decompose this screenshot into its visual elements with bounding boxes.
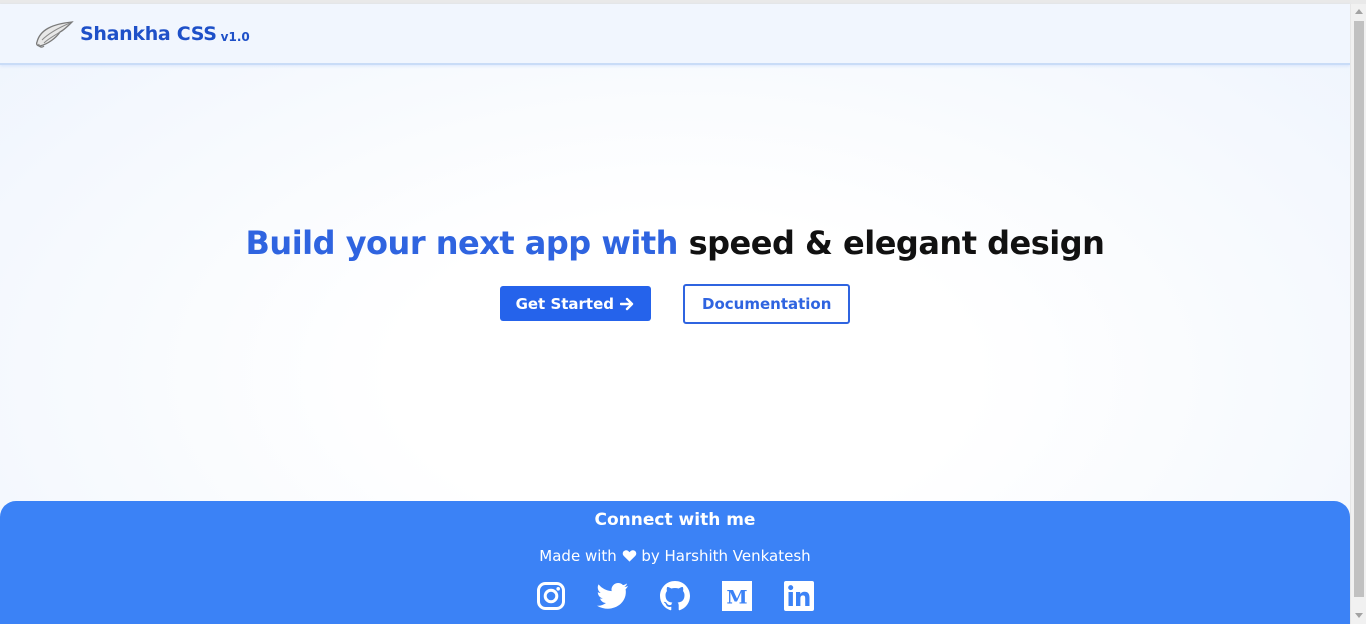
documentation-label: Documentation bbox=[702, 295, 832, 313]
github-icon[interactable] bbox=[659, 580, 691, 612]
made-with-prefix: Made with bbox=[539, 547, 617, 565]
medium-icon[interactable]: M bbox=[721, 580, 753, 612]
made-with-suffix: by Harshith Venkatesh bbox=[641, 547, 811, 565]
headline-dark: speed & elegant design bbox=[688, 224, 1105, 262]
get-started-button[interactable]: Get Started bbox=[499, 286, 652, 321]
svg-text:M: M bbox=[726, 587, 747, 609]
hero-section: Build your next app with speed & elegant… bbox=[0, 222, 1350, 324]
linkedin-icon[interactable] bbox=[783, 580, 815, 612]
conch-shell-icon[interactable] bbox=[34, 18, 76, 50]
social-links: M bbox=[0, 580, 1350, 612]
documentation-button[interactable]: Documentation bbox=[683, 284, 851, 324]
footer-title: Connect with me bbox=[594, 510, 756, 530]
version-badge: v1.0 bbox=[220, 29, 250, 44]
scrollbar-thumb[interactable] bbox=[1354, 21, 1364, 597]
vertical-scrollbar[interactable] bbox=[1350, 4, 1366, 624]
footer: Connect with me Made with by Harshith Ve… bbox=[0, 501, 1350, 624]
brand-name[interactable]: Shankha CSS bbox=[80, 23, 217, 45]
footer-credit: Made with by Harshith Venkatesh bbox=[0, 546, 1350, 566]
scroll-down-arrow-icon[interactable] bbox=[1355, 613, 1363, 618]
heart-icon bbox=[622, 550, 636, 562]
scroll-up-arrow-icon[interactable] bbox=[1355, 9, 1363, 14]
arrow-right-icon bbox=[620, 297, 634, 310]
get-started-label: Get Started bbox=[515, 294, 615, 313]
twitter-icon[interactable] bbox=[597, 580, 629, 612]
hero-headline: Build your next app with speed & elegant… bbox=[0, 222, 1350, 264]
navbar: Shankha CSS v1.0 bbox=[0, 4, 1350, 65]
headline-accent: Build your next app with bbox=[245, 224, 679, 262]
instagram-icon[interactable] bbox=[535, 580, 567, 612]
hero-actions: Get Started Documentation bbox=[0, 284, 1350, 324]
